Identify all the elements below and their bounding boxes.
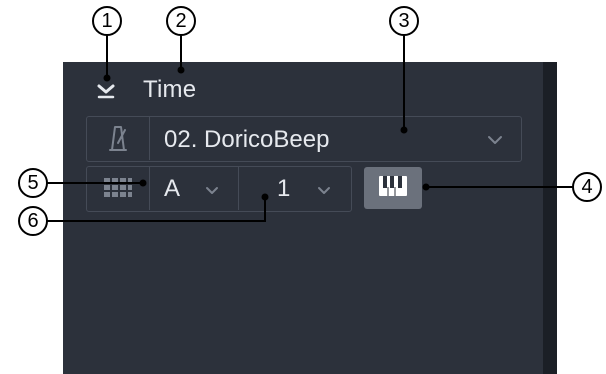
callout-6: 6 [18,206,48,236]
callout-1: 1 [92,6,122,36]
callout-3: 3 [389,6,419,36]
callout-2: 2 [166,6,196,36]
callout-lines [47,34,574,222]
callout-5: 5 [18,168,48,198]
callout-4: 4 [572,172,602,202]
